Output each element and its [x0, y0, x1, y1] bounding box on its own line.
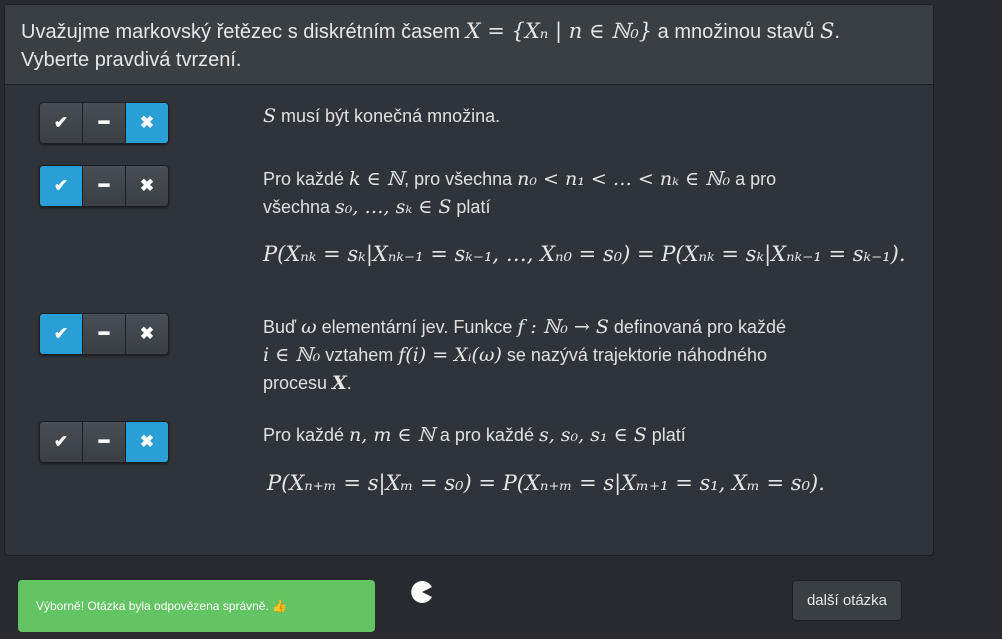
statement-3-math-a: ω: [301, 316, 317, 338]
true-button-2[interactable]: ✔: [40, 166, 83, 206]
answer-toggle-4: ✔ ━ ✖: [39, 421, 169, 463]
statement-2-formula: P(Xₙₖ = sₖ|Xₙₖ₋₁ = sₖ₋₁, …, Xₙ₀ = s₀) = …: [263, 242, 906, 266]
statement-3-text-f: procesu: [263, 373, 333, 393]
neutral-button-4[interactable]: ━: [83, 422, 126, 462]
statement-3-math-b: f : ℕ₀ → S: [517, 316, 609, 338]
answer-toggle-1: ✔ ━ ✖: [39, 102, 169, 144]
statement-2: Pro každé k ∈ ℕ, pro všechna n₀ < n₁ < ……: [263, 165, 923, 221]
question-text-end: .: [834, 21, 840, 43]
statement-3-text-a: Buď: [263, 317, 302, 337]
statement-3-math-e: X: [332, 372, 347, 394]
true-button-3[interactable]: ✔: [40, 314, 83, 354]
false-button-1[interactable]: ✖: [126, 103, 168, 143]
check-icon: ✔: [53, 432, 69, 451]
statement-2-math-b: n₀ < n₁ < … < nₖ ∈ ℕ₀: [517, 168, 731, 190]
dash-icon: ━: [98, 324, 110, 343]
statement-3-text-g: .: [346, 373, 352, 393]
check-icon: ✔: [53, 113, 69, 132]
dash-icon: ━: [98, 176, 110, 195]
statement-4-text-c: platí: [646, 425, 686, 445]
false-button-4[interactable]: ✖: [126, 422, 168, 462]
pacman-icon: [411, 581, 432, 603]
neutral-button-2[interactable]: ━: [83, 166, 126, 206]
statement-4-text-a: Pro každé: [263, 425, 350, 445]
false-button-3[interactable]: ✖: [126, 314, 168, 354]
statement-2-text-e: platí: [451, 197, 491, 217]
next-question-label: další otázka: [806, 592, 888, 609]
statement-3: Buď ω elementární jev. Funkce f : ℕ₀ → S…: [263, 313, 923, 397]
question-instruction: Vyberte pravdivá tvrzení.: [21, 49, 242, 71]
statement-2-text-a: Pro každé: [263, 169, 350, 189]
answer-toggle-2: ✔ ━ ✖: [39, 165, 169, 207]
check-icon: ✔: [53, 324, 69, 343]
statement-3-math-c: i ∈ ℕ₀: [263, 344, 321, 366]
statement-4-formula: P(Xₙ₊ₘ = s|Xₘ = s₀) = P(Xₙ₊ₘ = s|Xₘ₊₁ = …: [267, 471, 825, 495]
next-question-button[interactable]: další otázka: [792, 580, 902, 621]
cross-icon: ✖: [139, 324, 155, 343]
statement-2-math-c: s₀, …, sₖ ∈ S: [335, 196, 452, 218]
statement-4-text-b: a pro každé: [434, 425, 539, 445]
statement-4-math-b: s, s₀, s₁ ∈ S: [538, 424, 647, 446]
statement-3-math-d: f(i) = Xᵢ(ω): [398, 344, 502, 366]
cross-icon: ✖: [139, 432, 155, 451]
dash-icon: ━: [98, 113, 110, 132]
statement-4-math-a: n, m ∈ ℕ: [349, 424, 435, 446]
question-card: Uvažujme markovský řetězec s diskrétním …: [4, 4, 934, 556]
neutral-button-3[interactable]: ━: [83, 314, 126, 354]
statement-3-text-e: se nazývá trajektorie náhodného: [501, 345, 768, 365]
statement-3-text-b: elementární jev. Funkce: [316, 317, 518, 337]
statement-2-text-b: , pro všechna: [404, 169, 518, 189]
statement-2-math-a: k ∈ ℕ: [349, 168, 405, 190]
cross-icon: ✖: [139, 113, 155, 132]
neutral-button-1[interactable]: ━: [83, 103, 126, 143]
statement-3-text-d: vztahem: [320, 345, 399, 365]
statement-2-text-c: a pro: [730, 169, 777, 189]
question-header: Uvažujme markovský řetězec s diskrétním …: [5, 5, 933, 85]
check-icon: ✔: [53, 176, 69, 195]
true-button-1[interactable]: ✔: [40, 103, 83, 143]
question-math-states: S: [819, 19, 835, 43]
statement-2-text-d: všechna: [263, 197, 336, 217]
question-math-chain: X = {Xₙ | n ∈ ℕ₀}: [465, 19, 653, 43]
dash-icon: ━: [98, 432, 110, 451]
question-text-mid: a množinou stavů: [652, 21, 820, 43]
statement-1-math: S: [263, 105, 277, 127]
cross-icon: ✖: [139, 176, 155, 195]
false-button-2[interactable]: ✖: [126, 166, 168, 206]
success-message: Výborně! Otázka byla odpovězena správně.…: [36, 599, 288, 613]
success-alert: Výborně! Otázka byla odpovězena správně.…: [18, 580, 375, 632]
statement-4: Pro každé n, m ∈ ℕ a pro každé s, s₀, s₁…: [263, 421, 923, 449]
true-button-4[interactable]: ✔: [40, 422, 83, 462]
statement-1: S musí být konečná množina.: [263, 102, 923, 130]
statement-1-text: musí být konečná množina.: [276, 106, 501, 126]
answer-toggle-3: ✔ ━ ✖: [39, 313, 169, 355]
question-text-start: Uvažujme markovský řetězec s diskrétním …: [21, 21, 466, 43]
statement-3-text-c: definovaná pro každé: [608, 317, 787, 337]
